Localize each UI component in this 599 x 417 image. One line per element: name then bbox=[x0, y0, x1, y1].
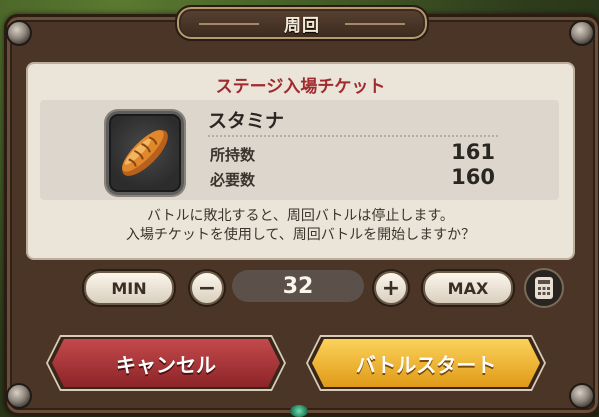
item-name: スタミナ bbox=[208, 110, 285, 132]
plus-icon: + bbox=[381, 275, 401, 301]
owned-value: 161 bbox=[451, 140, 495, 164]
cancel-button[interactable]: キャンセル bbox=[52, 339, 280, 387]
max-button[interactable]: MAX bbox=[423, 271, 513, 305]
required-value: 160 bbox=[451, 165, 495, 189]
dialog-title-plate: 周回 bbox=[175, 5, 429, 41]
minus-button[interactable]: − bbox=[190, 271, 224, 305]
calculator-icon bbox=[535, 277, 553, 299]
ticket-panel: ステージ入場チケット スタミナ 所持数 161 必要数 160 バトルに敗北する… bbox=[26, 62, 575, 260]
message-line-1: バトルに敗北すると、周回バトルは停止します。 bbox=[147, 208, 454, 224]
gem-ornament-icon bbox=[290, 405, 308, 417]
corner-rivet-icon bbox=[569, 20, 595, 46]
minus-icon: − bbox=[197, 275, 217, 301]
required-label: 必要数 bbox=[210, 171, 256, 189]
corner-rivet-icon bbox=[6, 20, 32, 46]
plus-button[interactable]: + bbox=[374, 271, 408, 305]
dialog-title: 周回 bbox=[284, 15, 320, 36]
bread-icon bbox=[106, 111, 184, 195]
calculator-button[interactable] bbox=[524, 268, 564, 308]
corner-rivet-icon bbox=[569, 383, 595, 409]
bread-icon-graphic bbox=[122, 130, 168, 176]
min-button[interactable]: MIN bbox=[84, 271, 174, 305]
battle-start-button[interactable]: バトルスタート bbox=[312, 339, 540, 387]
ticket-header: ステージ入場チケット bbox=[215, 77, 386, 97]
message-line-2: 入場チケットを使用して、周回バトルを開始しますか？ bbox=[125, 227, 476, 243]
corner-rivet-icon bbox=[6, 383, 32, 409]
divider bbox=[208, 135, 498, 137]
owned-label: 所持数 bbox=[210, 146, 256, 164]
repeat-count[interactable]: 32 bbox=[232, 270, 364, 302]
